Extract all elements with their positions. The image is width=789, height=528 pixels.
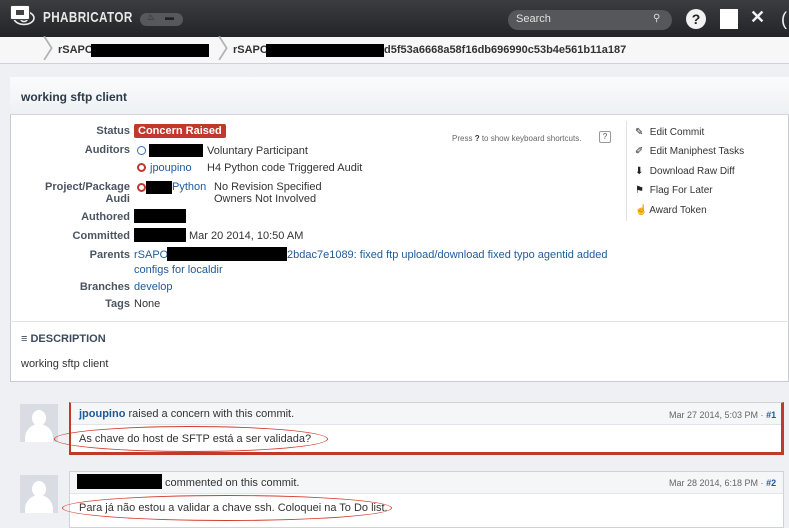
auditor-role: H4 Python code Triggered Audit: [207, 162, 363, 174]
app-brand[interactable]: PHABRICATOR: [43, 9, 133, 26]
comment-header-text: jpoupino raised a concern with this comm…: [79, 408, 295, 420]
auditor-status-icon: [137, 146, 146, 155]
flame-icon: ♨: [147, 12, 156, 22]
user-avatar[interactable]: [720, 9, 738, 29]
tags-value: None: [134, 298, 161, 310]
description-heading: ≡ DESCRIPTION: [21, 333, 106, 345]
committed-label: Committed: [72, 230, 130, 242]
download-raw-diff-action[interactable]: ⬇ Download Raw Diff: [635, 166, 735, 177]
award-token-action[interactable]: ☝ Award Token: [635, 205, 707, 216]
edit-commit-action[interactable]: ✎ Edit Commit: [635, 127, 704, 138]
auditors-label: Auditors: [84, 144, 130, 156]
authored-label: Authored: [81, 211, 130, 223]
search-icon[interactable]: ⚲: [653, 13, 660, 24]
edit-maniphest-tasks-action[interactable]: ✐ Edit Maniphest Tasks: [635, 146, 744, 157]
comment-timestamp[interactable]: Mar 27 2014, 5:03 PM · #1: [669, 410, 776, 420]
page-title: working sftp client: [21, 90, 128, 104]
redacted-block: [146, 181, 172, 194]
flag-icon: ⚑: [635, 185, 644, 196]
search-placeholder: Search: [516, 13, 551, 25]
project-owners: Owners Not Involved: [214, 193, 317, 205]
breadcrumb-commit-hash[interactable]: d5f53a6668a58f16db696990c53b4e561b11a187: [384, 44, 626, 56]
tags-label: Tags: [105, 298, 130, 310]
redacted-author: [134, 209, 186, 223]
redacted-block: [167, 247, 287, 261]
breadcrumb-repo[interactable]: rSAPO: [58, 44, 93, 56]
download-icon: ⬇: [635, 166, 644, 177]
keyboard-shortcut-button[interactable]: ?: [599, 131, 611, 143]
branch-link[interactable]: develop: [134, 281, 173, 293]
project-label: Project/Package Audi: [45, 181, 130, 205]
description-text: working sftp client: [21, 358, 109, 370]
actions-divider: [626, 121, 627, 221]
pin-icon: ✐: [635, 146, 644, 157]
auditor-concern-icon: [137, 163, 146, 172]
notification-pill[interactable]: ♨ ▬: [140, 12, 183, 26]
comment-timestamp[interactable]: Mar 28 2014, 6:18 PM · #2: [669, 478, 776, 488]
auditor-link[interactable]: jpoupino: [150, 162, 192, 174]
parents-label: Parents: [89, 249, 130, 261]
project-revision: No Revision Specified: [214, 181, 322, 193]
highlight-ellipse: [62, 495, 392, 521]
parent-commit-link-cont[interactable]: configs for localdir: [134, 264, 223, 276]
status-badge: Concern Raised: [134, 124, 226, 138]
keyboard-shortcut-hint: Press ? to show keyboard shortcuts.: [452, 134, 582, 143]
repository-icon[interactable]: [10, 5, 30, 20]
redacted-block: [266, 44, 384, 57]
comment-author-link[interactable]: jpoupino: [79, 408, 125, 420]
breadcrumb-commit-prefix[interactable]: rSAPO: [233, 44, 268, 56]
search-input[interactable]: Search ⚲: [508, 10, 672, 30]
help-icon[interactable]: ?: [686, 9, 706, 29]
project-link[interactable]: Python: [172, 181, 206, 193]
auditor-role: Voluntary Participant: [207, 145, 308, 157]
project-concern-icon: [137, 183, 146, 192]
redacted-block: [91, 44, 209, 57]
thumbs-up-icon: ☝: [635, 205, 648, 216]
settings-tools-icon[interactable]: ✕: [750, 7, 765, 28]
parent-commit-link[interactable]: 2bdac7e1089: fixed ftp upload/download f…: [287, 249, 607, 261]
logout-icon[interactable]: (: [781, 9, 787, 30]
redacted-auditor-name: [149, 144, 203, 157]
avatar[interactable]: [20, 404, 58, 442]
list-icon: ≡: [21, 333, 28, 345]
flag-for-later-action[interactable]: ⚑ Flag For Later: [635, 185, 713, 196]
section-divider: [10, 321, 789, 322]
status-label: Status: [96, 125, 130, 137]
parent-prefix[interactable]: rSAPO: [134, 249, 168, 261]
chat-icon: ▬: [165, 12, 174, 22]
avatar[interactable]: [20, 475, 58, 513]
breadcrumb-separator: 〉: [217, 34, 244, 64]
branches-label: Branches: [79, 281, 130, 293]
redacted-author: [77, 474, 162, 489]
breadcrumb-separator: 〉: [42, 34, 69, 64]
committed-date: Mar 20 2014, 10:50 AM: [189, 230, 304, 242]
highlight-ellipse: [54, 426, 328, 452]
pencil-icon: ✎: [635, 127, 644, 138]
redacted-committer: [134, 228, 186, 242]
comment-action-text: commented on this commit.: [165, 477, 300, 489]
